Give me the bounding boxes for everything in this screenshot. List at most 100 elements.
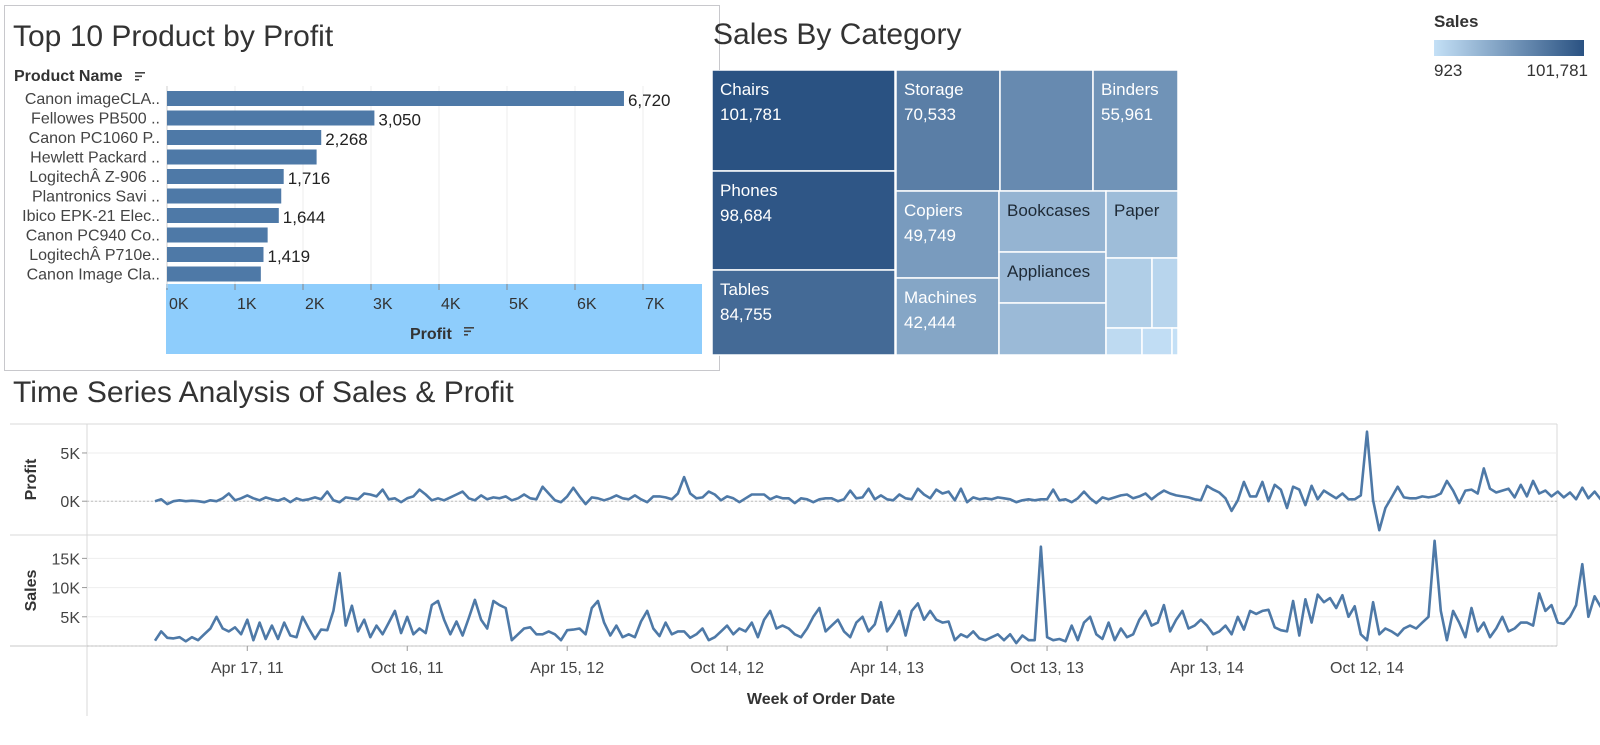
category-label: Hewlett Packard .. bbox=[30, 150, 160, 167]
bar bbox=[167, 247, 264, 262]
category-label: LogitechÂ P710e.. bbox=[29, 245, 160, 264]
x-tick-label: 2K bbox=[305, 296, 325, 313]
treemap-value: 101,781 bbox=[720, 105, 781, 124]
treemap-label: Phones bbox=[720, 181, 778, 200]
data-label: 1,716 bbox=[288, 169, 331, 188]
legend-min-label: 923 bbox=[1434, 61, 1463, 80]
treemap-rect bbox=[998, 302, 1107, 356]
row-header-label: Product Name bbox=[14, 68, 123, 85]
x-axis-sort-icon-line bbox=[464, 334, 468, 336]
legend-title: Sales bbox=[1434, 12, 1479, 31]
y-tick-label: 0K bbox=[60, 494, 80, 511]
treemap-rect bbox=[1105, 257, 1153, 329]
x-tick-label: Oct 12, 14 bbox=[1330, 660, 1404, 677]
category-label: Canon Image Cla.. bbox=[27, 267, 160, 284]
treemap-cell-phones: Phones 98,684 bbox=[712, 170, 896, 271]
treemap-value: 70,533 bbox=[904, 105, 956, 124]
profit-line bbox=[154, 430, 1600, 532]
x-tick-label: Oct 13, 13 bbox=[1010, 660, 1084, 677]
treemap-label: Machines bbox=[904, 288, 977, 307]
sales-color-legend: Sales 923 101,781 bbox=[1434, 12, 1594, 80]
bar bbox=[167, 130, 322, 145]
category-label: Canon PC940 Co.. bbox=[26, 228, 160, 245]
bar bbox=[167, 110, 375, 126]
treemap-cell-machines: Machines 42,444 bbox=[895, 277, 1000, 356]
x-tick-label: Apr 15, 12 bbox=[530, 660, 604, 677]
row-header-sort-icon-line bbox=[135, 72, 145, 74]
treemap-cell-furnishings bbox=[998, 302, 1107, 356]
bar bbox=[167, 188, 282, 204]
category-label: Ibico EPK-21 Elec.. bbox=[22, 208, 160, 225]
treemap-cell-tables: Tables 84,755 bbox=[712, 269, 896, 356]
treemap-value: 98,684 bbox=[720, 206, 772, 225]
treemap-rect bbox=[1171, 327, 1179, 356]
treemap-rect bbox=[999, 70, 1094, 192]
treemap-value: 49,749 bbox=[904, 226, 956, 245]
bar-chart: Product Name 0K 1K 2K 3K 4K 5K 6K 7K Canon imageC… bbox=[14, 68, 702, 354]
y-tick-label: 5K bbox=[60, 446, 80, 463]
top10-product-panel: Top 10 Product by Profit Product Name 0K 1… bbox=[4, 5, 720, 371]
x-tick-label: 7K bbox=[645, 296, 665, 313]
sales-treemap: Chairs 101,781 Phones 98,684 Tables 84,755 Sto… bbox=[712, 70, 1179, 356]
category-label: Canon imageCLA.. bbox=[25, 91, 160, 108]
category-label: Plantronics Savi .. bbox=[32, 189, 160, 206]
x-tick-label: Oct 14, 12 bbox=[690, 660, 764, 677]
bar bbox=[167, 169, 284, 184]
x-tick-label: 0K bbox=[169, 296, 189, 313]
data-label: 6,720 bbox=[628, 91, 671, 110]
treemap-cell-supplies bbox=[1105, 257, 1153, 329]
treemap-cell-storage: Storage 70,533 bbox=[895, 70, 1001, 192]
data-label: 2,268 bbox=[325, 130, 368, 149]
treemap-cell-binders: Binders 55,961 bbox=[1092, 70, 1179, 192]
y-tick-label: 5K bbox=[60, 610, 80, 627]
treemap-cell-envelopes bbox=[1105, 327, 1143, 356]
bar bbox=[167, 91, 624, 106]
data-label: 1,644 bbox=[283, 208, 326, 227]
treemap-label: Storage bbox=[904, 80, 964, 99]
timeseries-title: Time Series Analysis of Sales & Profit bbox=[13, 376, 514, 409]
data-label: 1,419 bbox=[267, 247, 310, 266]
x-tick-label: Apr 14, 13 bbox=[850, 660, 924, 677]
x-tick-label: 6K bbox=[577, 296, 597, 313]
treemap-label: Binders bbox=[1101, 80, 1159, 99]
timeseries-chart: 5K 0K Profit 15K 10K 5K Sales Apr 17, 11 Oct 16,… bbox=[10, 423, 1600, 716]
treemap-cell-art bbox=[1151, 257, 1179, 329]
treemap-cell-accessories bbox=[999, 70, 1094, 192]
bar bbox=[167, 149, 317, 165]
treemap-cell-paper: Paper bbox=[1105, 190, 1179, 259]
row-header-sort-icon bbox=[135, 72, 145, 81]
treemap-value: 42,444 bbox=[904, 313, 956, 332]
treemap-value: 84,755 bbox=[720, 305, 772, 324]
treemap-label: Tables bbox=[720, 280, 769, 299]
treemap-cell-chairs: Chairs 101,781 bbox=[712, 70, 896, 172]
treemap-cell-fasteners bbox=[1171, 327, 1179, 356]
x-tick-label: 5K bbox=[509, 296, 529, 313]
x-axis-title: Profit bbox=[410, 326, 452, 343]
treemap-title: Sales By Category bbox=[713, 18, 962, 51]
treemap-rect bbox=[1151, 257, 1179, 329]
treemap-label: Chairs bbox=[720, 80, 769, 99]
bar bbox=[167, 227, 268, 243]
treemap-label: Appliances bbox=[1007, 262, 1090, 281]
treemap-cell-appliances: Appliances bbox=[998, 251, 1107, 304]
sales-line bbox=[153, 539, 1600, 645]
x-tick-label: Oct 16, 11 bbox=[371, 660, 444, 677]
legend-gradient-bar bbox=[1434, 40, 1584, 56]
row-header-sort-icon-line bbox=[135, 79, 139, 81]
treemap-rect bbox=[1105, 327, 1143, 356]
treemap-cell-bookcases: Bookcases bbox=[998, 190, 1107, 253]
legend-max-label: 101,781 bbox=[1526, 61, 1588, 80]
x-axis-highlight bbox=[166, 284, 702, 354]
category-label: LogitechÂ Z-906 .. bbox=[29, 167, 160, 186]
y-tick-label: 10K bbox=[52, 581, 81, 598]
treemap-label: Copiers bbox=[904, 201, 963, 220]
x-tick-label: Apr 13, 14 bbox=[1170, 660, 1244, 677]
y-axis-title-profit: Profit bbox=[23, 458, 40, 500]
treemap-label: Bookcases bbox=[1007, 201, 1090, 220]
x-tick-label: 4K bbox=[441, 296, 461, 313]
treemap-cell-copiers: Copiers 49,749 bbox=[895, 190, 1000, 279]
x-tick-label: Apr 17, 11 bbox=[211, 660, 284, 677]
x-axis-title: Week of Order Date bbox=[747, 691, 895, 708]
y-axis-title-sales: Sales bbox=[23, 569, 40, 611]
row-header-sort-icon-line bbox=[135, 75, 142, 78]
